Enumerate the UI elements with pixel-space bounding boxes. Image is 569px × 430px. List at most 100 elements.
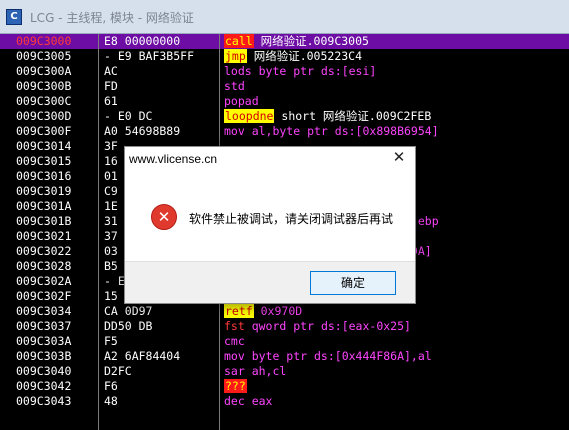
row-address: 009C3040	[16, 364, 72, 378]
disasm-row[interactable]: 009C300A AC lods byte ptr ds:[esi]	[0, 64, 569, 79]
row-address: 009C302F	[16, 289, 72, 303]
row-address: 009C3014	[16, 139, 72, 153]
row-address: 009C302A	[16, 274, 72, 288]
row-hex: AC	[104, 64, 118, 78]
dialog-title: www.vlicense.cn	[129, 152, 218, 166]
instruction-token: retf	[224, 304, 254, 318]
row-address: 009C300C	[16, 94, 72, 108]
dialog-message: 软件禁止被调试，请关闭调试器后再试	[189, 212, 394, 226]
row-address: 009C3037	[16, 319, 72, 333]
row-hex: DD50 DB	[104, 319, 153, 333]
disasm-row[interactable]: 009C3040 D2FC sar ah,cl	[0, 364, 569, 379]
instruction-token: loopdne	[224, 109, 275, 123]
disasm-row[interactable]: 009C300D - E0 DC loopdne short 网络验证.009C2F…	[0, 109, 569, 124]
instruction-token: short 网络验证.009C2FEB	[274, 109, 432, 123]
disasm-row[interactable]: 009C3043 48 dec eax	[0, 394, 569, 409]
disasm-row[interactable]: 009C300C 61 popad	[0, 94, 569, 109]
instruction-token: qword ptr ds:[eax-0x25]	[244, 319, 411, 333]
row-instruction: mov byte ptr ds:[0x444F86A],al	[224, 349, 432, 364]
row-address: 009C300D	[16, 109, 72, 123]
disasm-row[interactable]: 009C3005 - E9 BAF3B5FF jmp 网络验证.005223C4	[0, 49, 569, 64]
close-icon[interactable]: ✕	[389, 149, 409, 167]
row-address: 009C3005	[16, 49, 72, 63]
disasm-row[interactable]: 009C3034 CA 0D97 retf 0x970D	[0, 304, 569, 319]
instruction-token: dec eax	[224, 394, 273, 408]
instruction-token: 0x970D	[253, 304, 303, 318]
app-icon: C	[6, 9, 22, 25]
row-hex: D2FC	[104, 364, 132, 378]
row-hex: 48	[104, 394, 118, 408]
row-address: 009C300F	[16, 124, 72, 138]
row-hex: B5	[104, 259, 118, 273]
row-hex: A0 54698B89	[104, 124, 181, 138]
row-hex: CA 0D97	[104, 304, 153, 318]
row-address: 009C3034	[16, 304, 72, 318]
row-hex: E8 00000000	[104, 34, 181, 48]
window-titlebar: C LCG - 主线程, 模块 - 网络验证	[0, 0, 569, 34]
row-instruction: std	[224, 79, 245, 94]
row-address: 009C3021	[16, 229, 72, 243]
row-hex: 37	[104, 229, 118, 243]
row-hex: A2 6AF84404	[104, 349, 181, 363]
row-instruction: jmp 网络验证.005223C4	[224, 49, 362, 64]
row-instruction: retf 0x970D	[224, 304, 302, 319]
row-instruction: cmc	[224, 334, 245, 349]
instruction-token: 网络验证.009C3005	[253, 34, 369, 48]
dialog-footer: 确定	[125, 261, 415, 303]
row-hex: F5	[104, 334, 118, 348]
disasm-row[interactable]: 009C300B FD std	[0, 79, 569, 94]
row-address: 009C3016	[16, 169, 72, 183]
row-instruction: fst qword ptr ds:[eax-0x25]	[224, 319, 411, 334]
row-address: 009C3028	[16, 259, 72, 273]
row-address: 009C3019	[16, 184, 72, 198]
row-instruction: mov al,byte ptr ds:[0x898B6954]	[224, 124, 439, 139]
row-hex: C9	[104, 184, 118, 198]
error-dialog: www.vlicense.cn ✕ ✕ 软件禁止被调试，请关闭调试器后再试 确定	[124, 146, 416, 304]
row-instruction: loopdne short 网络验证.009C2FEB	[224, 109, 431, 124]
disasm-row[interactable]: 009C3000 E8 00000000 call 网络验证.009C3005	[0, 34, 569, 49]
row-instruction: lods byte ptr ds:[esi]	[224, 64, 376, 79]
row-hex: 3F	[104, 139, 118, 153]
row-address: 009C301A	[16, 199, 72, 213]
ok-button[interactable]: 确定	[310, 271, 396, 295]
row-address: 009C300A	[16, 64, 72, 78]
row-address: 009C3022	[16, 244, 72, 258]
instruction-token: lods byte ptr ds:[esi]	[224, 64, 377, 78]
instruction-token: 网络验证.005223C4	[246, 49, 363, 63]
row-hex: 16	[104, 154, 118, 168]
row-instruction: popad	[224, 94, 259, 109]
disasm-row[interactable]: 009C3042 F6???	[0, 379, 569, 394]
row-hex: 1E	[104, 199, 118, 213]
row-hex: F6	[104, 379, 118, 393]
row-address: 009C3043	[16, 394, 72, 408]
instruction-token: call	[224, 34, 254, 48]
instruction-token: ???	[224, 379, 247, 393]
row-hex: FD	[104, 79, 118, 93]
row-instruction: dec eax	[224, 394, 272, 409]
instruction-token: fst	[224, 319, 245, 333]
row-address: 009C3042	[16, 379, 72, 393]
instruction-token: mov al,byte ptr ds:[0x898B6954]	[224, 124, 439, 138]
row-instruction: sar ah,cl	[224, 364, 286, 379]
row-instruction: call 网络验证.009C3005	[224, 34, 369, 49]
disasm-row[interactable]: 009C3037 DD50 DB fst qword ptr ds:[eax-0x2…	[0, 319, 569, 334]
disasm-row[interactable]: 009C300F A0 54698B89 mov al,byte ptr ds:[0…	[0, 124, 569, 139]
row-address: 009C300B	[16, 79, 72, 93]
row-address: 009C301B	[16, 214, 72, 228]
instruction-token: jmp	[224, 49, 247, 63]
row-address: 009C303B	[16, 349, 72, 363]
row-hex: 01	[104, 169, 118, 183]
row-address: 009C3000	[16, 34, 72, 48]
instruction-token: sar ah,cl	[224, 364, 287, 378]
disasm-row[interactable]: 009C303B A2 6AF84404 mov byte ptr ds:[0x44…	[0, 349, 569, 364]
error-icon: ✕	[151, 204, 177, 230]
instruction-token: popad	[224, 94, 259, 108]
window-title: LCG - 主线程, 模块 - 网络验证	[30, 11, 194, 25]
row-address: 009C303A	[16, 334, 72, 348]
column-separator	[98, 34, 99, 430]
row-address: 009C3015	[16, 154, 72, 168]
row-instruction: ???	[224, 379, 247, 394]
disasm-row[interactable]: 009C303A F5 cmc	[0, 334, 569, 349]
instruction-token: std	[224, 79, 245, 93]
row-hex: - E0 DC	[104, 109, 153, 123]
